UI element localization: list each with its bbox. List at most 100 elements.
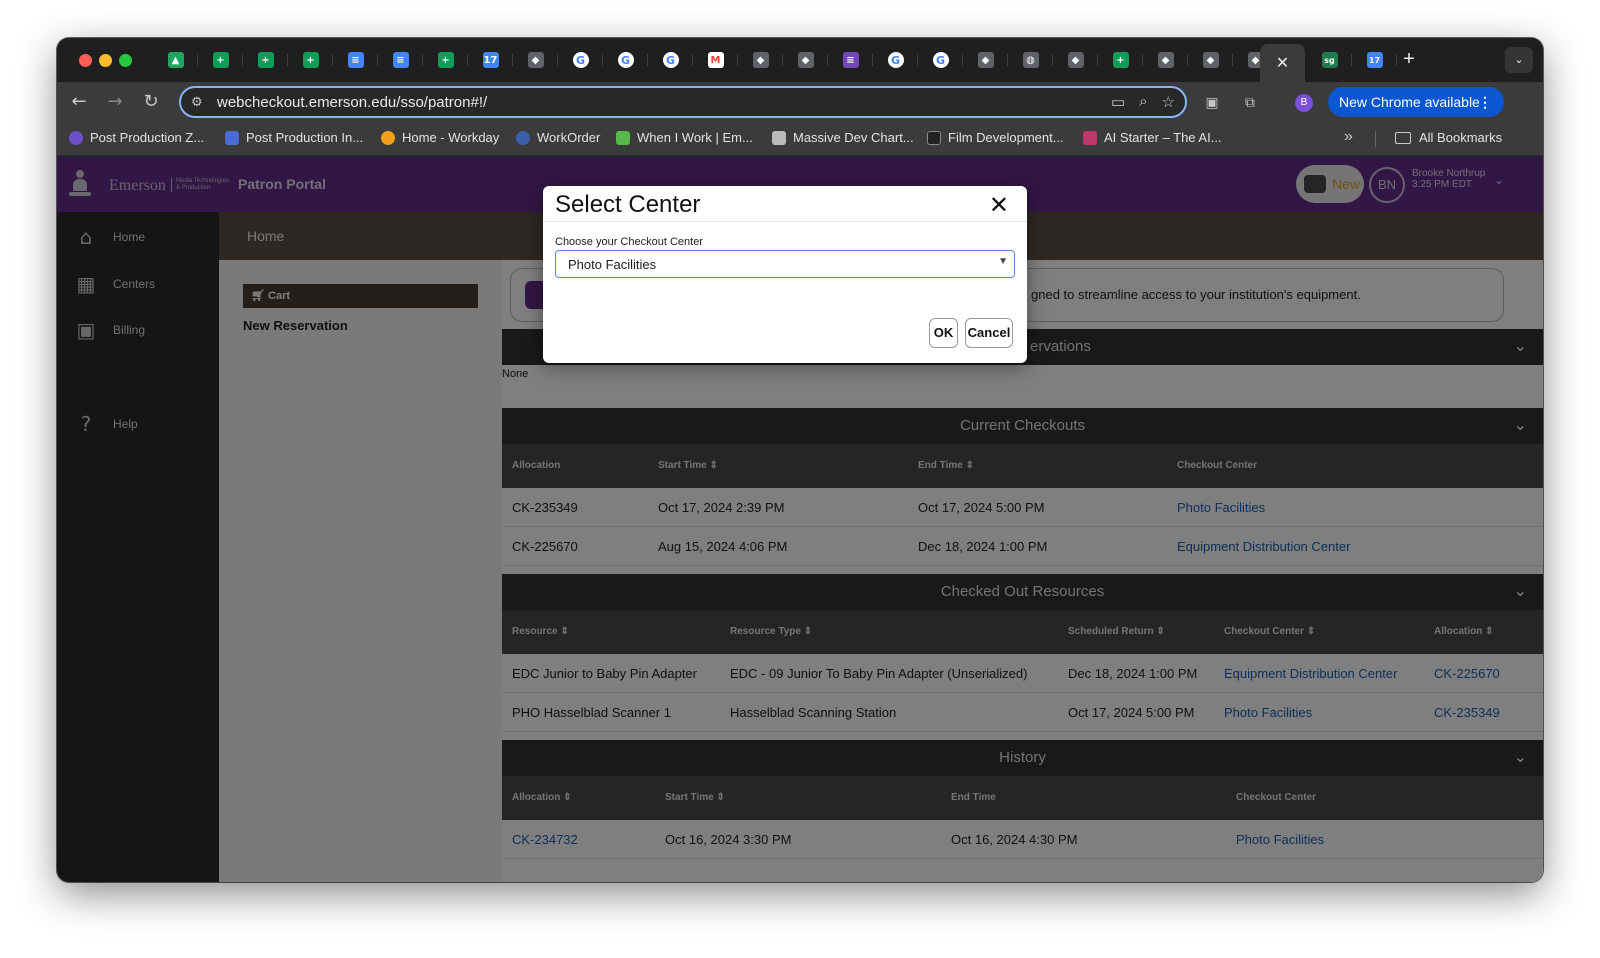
extensions-puzzle-icon[interactable]: ⧉ xyxy=(1240,92,1260,112)
all-bookmarks-button[interactable]: All Bookmarks xyxy=(1395,130,1502,145)
bookmark-label: Post Production Z... xyxy=(90,130,205,145)
chrome-update-button[interactable]: New Chrome available ⋮ xyxy=(1328,87,1504,117)
close-window-button[interactable] xyxy=(79,54,92,67)
tab[interactable]: ◆ xyxy=(1143,48,1188,72)
tab[interactable]: 17 xyxy=(1352,48,1397,72)
bookmark-item[interactable]: Post Production In... xyxy=(225,130,363,145)
bookmark-item[interactable]: Home - Workday xyxy=(381,130,499,145)
bookmark-label: WorkOrder xyxy=(537,130,601,145)
bookmarks-overflow-button[interactable]: » xyxy=(1344,128,1353,146)
tab[interactable]: ◍ xyxy=(1008,48,1053,72)
bookmark-star-icon[interactable]: ☆ xyxy=(1162,93,1175,111)
zoom-icon[interactable]: ⌕ xyxy=(1139,93,1147,111)
sheets-icon: + xyxy=(257,52,274,68)
site-icon: ◆ xyxy=(797,52,814,68)
tab[interactable]: ≡ xyxy=(333,48,378,72)
back-button[interactable]: ← xyxy=(67,90,91,114)
dialog-title: Select Center xyxy=(555,191,701,218)
tab[interactable]: ◆ xyxy=(783,48,828,72)
tab[interactable]: ◆ xyxy=(1188,48,1233,72)
forward-button[interactable]: → xyxy=(103,90,127,114)
tab-list: ▲ + + + ≡ ≡ +17 ◆ G G G M ◆ ◆ ≡ G G ◆ ◍ ◆ + ◆ ◆ ◆ xyxy=(153,48,1278,72)
bookmark-item[interactable]: WorkOrder xyxy=(516,130,600,145)
tab[interactable]: G xyxy=(918,48,963,72)
chrome-update-label: New Chrome available xyxy=(1339,94,1480,110)
tab-list-after: sg 17 xyxy=(1307,48,1397,72)
bookmark-label: AI Starter – The AI... xyxy=(1104,130,1222,145)
ok-button[interactable]: OK xyxy=(929,318,958,348)
browser-window: ▲ + + + ≡ ≡ +17 ◆ G G G M ◆ ◆ ≡ G G ◆ ◍ ◆ + ◆ ◆ ◆ ✕ sg 17 + ⌄ ←… xyxy=(57,38,1543,882)
bookmark-favicon-icon xyxy=(225,130,239,145)
site-settings-icon[interactable]: ⚙ xyxy=(191,94,203,110)
drive-icon: ▲ xyxy=(167,52,184,68)
active-tab[interactable]: ✕ xyxy=(1260,44,1305,82)
url-text[interactable]: webcheckout.emerson.edu/sso/patron#!/ xyxy=(217,94,487,111)
google-icon: G xyxy=(932,52,949,68)
bookmark-favicon-icon xyxy=(69,130,83,145)
tab[interactable]: G xyxy=(648,48,693,72)
site-icon: sg xyxy=(1321,52,1338,68)
tab[interactable]: + xyxy=(1098,48,1143,72)
reload-button[interactable]: ↻ xyxy=(139,90,163,114)
bookmark-item[interactable]: Post Production Z... xyxy=(69,130,204,145)
chevron-down-icon: ▼ xyxy=(998,256,1008,267)
tab[interactable]: ▲ xyxy=(153,48,198,72)
tab[interactable]: 17 xyxy=(468,48,513,72)
bookmarks-bar: Post Production Z... Post Production In.… xyxy=(57,122,1543,156)
tab[interactable]: ≡ xyxy=(378,48,423,72)
bookmark-favicon-icon xyxy=(516,130,530,145)
globe-icon: ◍ xyxy=(1022,52,1039,68)
new-tab-button[interactable]: + xyxy=(1397,48,1421,72)
tab[interactable]: ≡ xyxy=(828,48,873,72)
address-bar[interactable]: ⚙ webcheckout.emerson.edu/sso/patron#!/ … xyxy=(179,86,1187,118)
bookmark-favicon-icon xyxy=(772,130,786,145)
tab[interactable]: ◆ xyxy=(738,48,783,72)
checkout-center-select[interactable]: Photo Facilities ▼ xyxy=(555,250,1015,278)
site-icon: ◆ xyxy=(752,52,769,68)
tab-close-icon[interactable]: ✕ xyxy=(1276,53,1289,73)
cast-icon[interactable]: ▭ xyxy=(1111,93,1125,111)
tab[interactable]: M xyxy=(693,48,738,72)
selected-center: Photo Facilities xyxy=(568,257,657,272)
tab[interactable]: + xyxy=(288,48,333,72)
tab[interactable]: + xyxy=(243,48,288,72)
sheets-icon: + xyxy=(212,52,229,68)
tab[interactable]: ◆ xyxy=(1053,48,1098,72)
tab[interactable]: G xyxy=(873,48,918,72)
bookmark-item[interactable]: Film Development... xyxy=(927,130,1064,145)
bookmark-item[interactable]: When I Work | Em... xyxy=(616,130,753,145)
bookmark-label: Home - Workday xyxy=(402,130,500,145)
bookmark-label: Post Production In... xyxy=(246,130,364,145)
bookmark-label: Film Development... xyxy=(948,130,1064,145)
tab[interactable]: ◆ xyxy=(963,48,1008,72)
bookmark-favicon-icon xyxy=(1083,130,1097,145)
bookmark-label: Massive Dev Chart... xyxy=(793,130,914,145)
select-center-dialog: Select Center ✕ Choose your Checkout Cen… xyxy=(543,186,1027,363)
tab-search-button[interactable]: ⌄ xyxy=(1505,47,1533,73)
bookmark-label: When I Work | Em... xyxy=(637,130,753,145)
tab[interactable]: sg xyxy=(1307,48,1352,72)
site-icon: ◆ xyxy=(977,52,994,68)
sheets-icon: + xyxy=(1112,52,1129,68)
google-icon: G xyxy=(572,52,589,68)
extension-icon[interactable]: ▣ xyxy=(1202,92,1222,112)
tab[interactable]: G xyxy=(558,48,603,72)
sheets-icon: + xyxy=(302,52,319,68)
web-page: Emerson Media Technologies & Production … xyxy=(57,157,1543,882)
cancel-button[interactable]: Cancel xyxy=(965,318,1013,348)
site-icon: ◆ xyxy=(1157,52,1174,68)
minimize-window-button[interactable] xyxy=(99,54,112,67)
more-menu-icon[interactable]: ⋮ xyxy=(1478,87,1492,117)
tab[interactable]: G xyxy=(603,48,648,72)
tab[interactable]: + xyxy=(198,48,243,72)
calendar-icon: 17 xyxy=(482,52,499,68)
close-icon[interactable]: ✕ xyxy=(989,192,1009,218)
site-icon: ◆ xyxy=(527,52,544,68)
tab[interactable]: + xyxy=(423,48,468,72)
bookmark-item[interactable]: Massive Dev Chart... xyxy=(772,130,914,145)
bookmark-item[interactable]: AI Starter – The AI... xyxy=(1083,130,1222,145)
zoom-window-button[interactable] xyxy=(119,54,132,67)
profile-avatar[interactable]: B xyxy=(1295,94,1313,112)
browser-toolbar: ← → ↻ ⚙ webcheckout.emerson.edu/sso/patr… xyxy=(57,82,1543,122)
tab[interactable]: ◆ xyxy=(513,48,558,72)
